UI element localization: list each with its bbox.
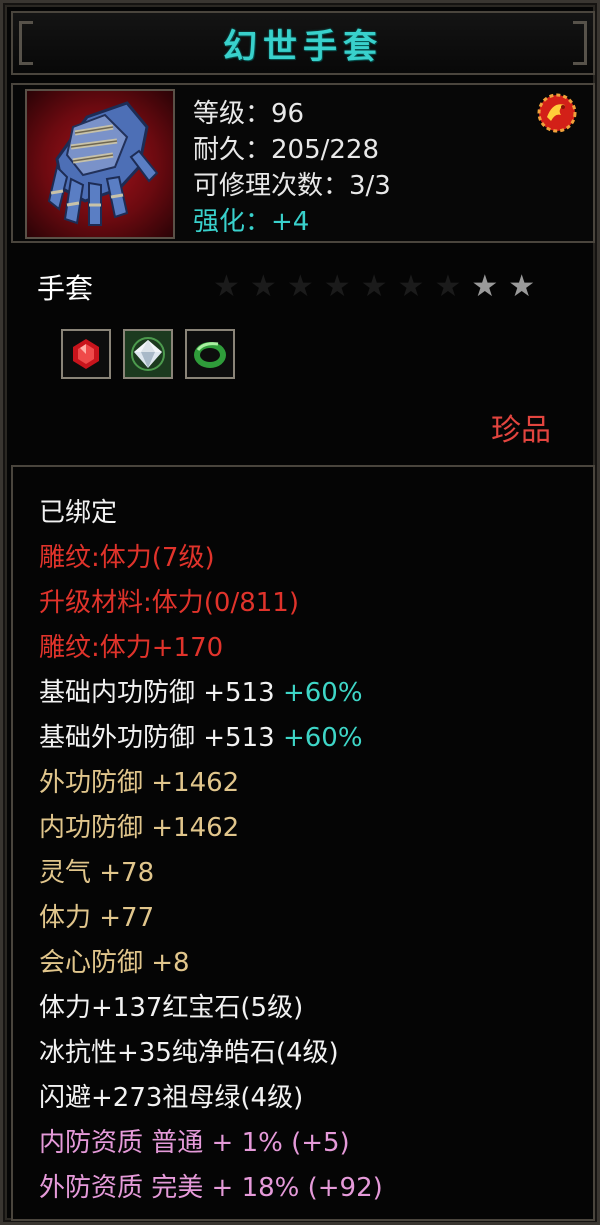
star-icon: ★ — [213, 269, 240, 304]
base-outer-defense-value: 基础外功防御 +513 — [39, 723, 275, 753]
spirit-stat: 灵气 +78 — [39, 858, 155, 888]
stamina-stat: 体力 +77 — [39, 903, 155, 933]
star-icon: ★ — [286, 269, 314, 304]
title-bracket-left — [19, 21, 33, 65]
enhance-stat: 强化：+4 — [193, 207, 310, 237]
star-icon: ★ — [249, 269, 277, 304]
item-title: 幻世手套 — [223, 26, 383, 67]
title-bracket-right — [573, 21, 587, 65]
star-icon: ★ — [434, 269, 462, 304]
star-icon: ★ — [397, 269, 425, 304]
attributes-panel: 已绑定 雕纹:体力(7级) 升级材料:体力(0/811) 雕纹:体力+170 基… — [11, 465, 595, 1221]
engrave-level: 雕纹:体力(7级) — [39, 543, 215, 573]
bound-status: 已绑定 — [39, 498, 118, 528]
emerald-icon[interactable] — [185, 329, 235, 379]
item-type-label: 手套 — [37, 272, 94, 305]
ruby-icon[interactable] — [61, 329, 111, 379]
inner-defense: 内功防御 +1462 — [39, 813, 240, 843]
gem-bonus-diamond: 冰抗性+35纯净皓石(4级) — [39, 1038, 339, 1068]
base-inner-defense: 基础内功防御 +513 +60% — [39, 677, 363, 709]
gem-bonus-ruby: 体力+137红宝石(5级) — [39, 993, 304, 1023]
item-header: 等级：96 耐久：205/228 可修理次数：3/3 强化：+4 — [11, 83, 595, 243]
star-icon: ★ — [360, 269, 388, 304]
dragon-emblem-icon — [535, 91, 579, 135]
base-outer-defense: 基础外功防御 +513 +60% — [39, 722, 363, 754]
crit-defense-stat: 会心防御 +8 — [39, 948, 190, 978]
rarity-label: 珍品 — [491, 413, 551, 448]
outer-defense: 外功防御 +1462 — [39, 768, 240, 798]
outer-quality: 外防资质 完美 + 18% (+92) — [39, 1173, 383, 1203]
gem-slots — [61, 329, 235, 379]
base-inner-defense-bonus: +60% — [282, 678, 363, 708]
inner-quality: 内防资质 普通 + 1% (+5) — [39, 1128, 350, 1158]
level-stat: 等级：96 — [193, 99, 305, 129]
diamond-icon[interactable] — [123, 329, 173, 379]
durability-stat: 耐久：205/228 — [193, 135, 380, 165]
star-icon: ★ — [508, 269, 536, 304]
title-bar: 幻世手套 — [11, 11, 595, 75]
base-outer-defense-bonus: +60% — [282, 723, 363, 753]
item-tooltip: 幻世手套 等级：96 耐久：205/228 可修理次数：3/3 强化：+4 手套… — [0, 0, 600, 1225]
gem-bonus-emerald: 闪避+273祖母绿(4级) — [39, 1083, 304, 1113]
base-inner-defense-value: 基础内功防御 +513 — [39, 678, 275, 708]
star-icon: ★ — [471, 269, 499, 304]
repair-count-stat: 可修理次数：3/3 — [193, 171, 391, 201]
star-icon: ★ — [323, 269, 351, 304]
upgrade-material: 升级材料:体力(0/811) — [39, 588, 299, 618]
star-rating: ★ ★ ★ ★ ★ ★ ★ ★ ★ — [213, 267, 535, 307]
gauntlet-icon — [25, 89, 175, 239]
engrave-bonus: 雕纹:体力+170 — [39, 633, 224, 663]
